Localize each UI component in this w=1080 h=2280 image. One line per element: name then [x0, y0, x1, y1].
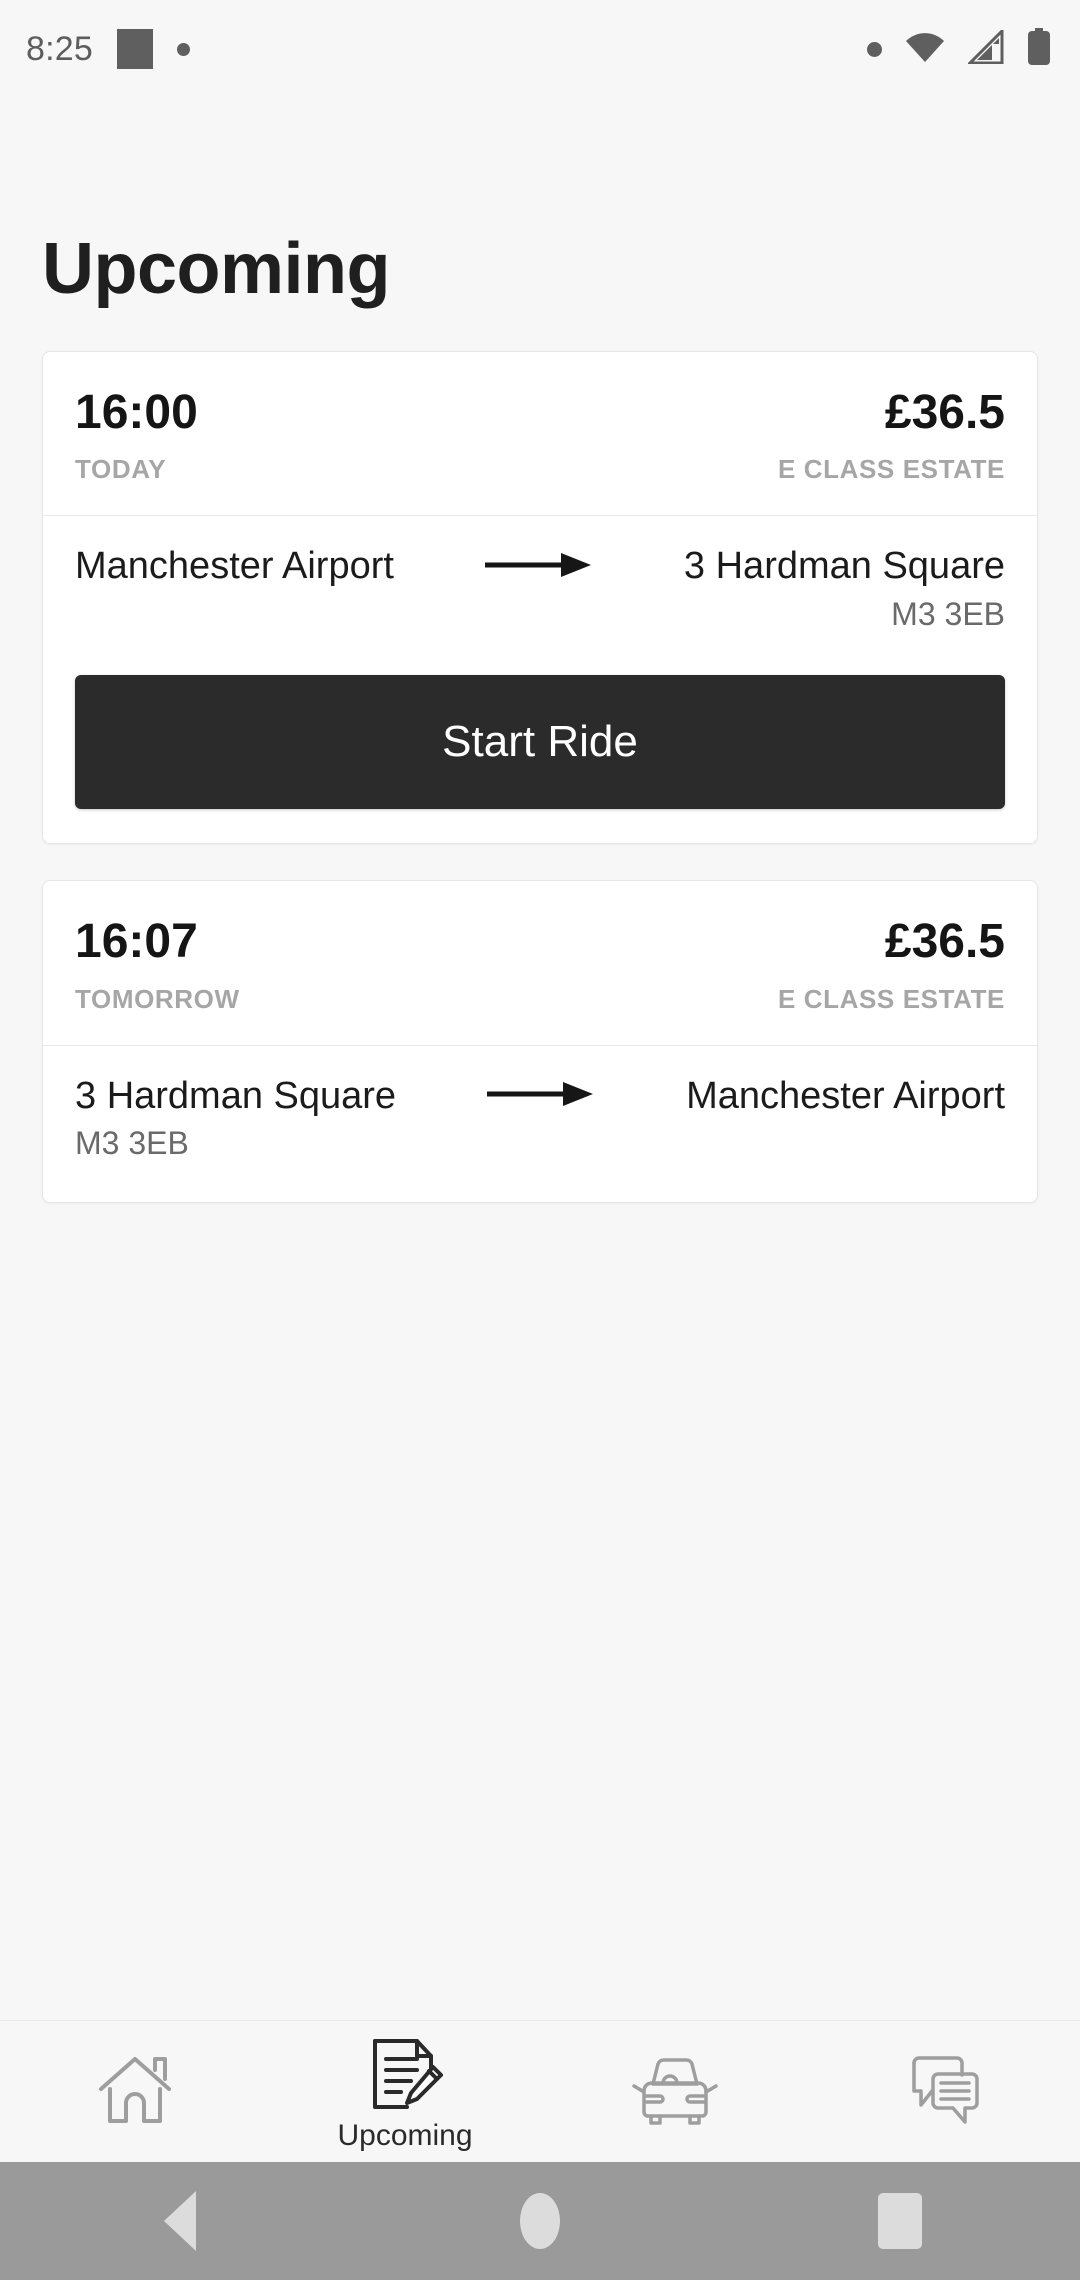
ride-origin: Manchester Airport — [75, 545, 394, 588]
back-triangle-icon — [164, 2191, 196, 2251]
ride-destination: Manchester Airport — [686, 1074, 1005, 1117]
ride-card[interactable]: 16:00 TODAY £36.5 E CLASS ESTATE Manches… — [42, 351, 1038, 845]
status-bar-left: 8:25 — [26, 29, 190, 69]
square-badge-icon — [116, 29, 153, 69]
status-bar: 8:25 — [0, 0, 1080, 98]
ride-time-block: 16:00 TODAY — [75, 386, 198, 485]
ride-origin-postcode-row: M3 3EB — [75, 1125, 1005, 1162]
ride-vehicle-class: E CLASS ESTATE — [777, 983, 1005, 1014]
ride-price-block: £36.5 E CLASS ESTATE — [777, 915, 1005, 1014]
ride-card[interactable]: 16:07 TOMORROW £36.5 E CLASS ESTATE 3 Ha… — [42, 880, 1038, 1204]
ride-origin: 3 Hardman Square — [75, 1074, 397, 1117]
home-icon — [97, 2048, 173, 2132]
ride-destination-postcode-row: M3 3EB — [75, 596, 1005, 633]
ride-card-body: 3 Hardman Square Manchester Airport M3 3… — [43, 1046, 1037, 1203]
nav-home-button[interactable] — [450, 2162, 630, 2280]
wifi-icon — [904, 31, 946, 68]
ride-time-block: 16:07 TOMORROW — [75, 915, 240, 1014]
status-bar-right — [867, 26, 1052, 71]
arrow-right-icon — [477, 550, 601, 585]
ride-vehicle-class: E CLASS ESTATE — [777, 454, 1005, 485]
ride-time: 16:07 — [75, 915, 198, 969]
status-bar-clock: 8:25 — [26, 29, 93, 68]
battery-icon — [1026, 27, 1052, 71]
ride-destination: 3 Hardman Square — [683, 545, 1005, 588]
ride-price-block: £36.5 E CLASS ESTATE — [777, 386, 1005, 485]
dot-icon — [867, 41, 882, 57]
ride-route: Manchester Airport 3 Hardman Square — [75, 546, 1005, 588]
document-pencil-icon — [367, 2033, 443, 2117]
nav-recents-button[interactable] — [810, 2162, 990, 2280]
ride-day: TODAY — [75, 454, 167, 485]
tab-messages[interactable] — [810, 2021, 1080, 2162]
ride-time: 16:00 — [75, 386, 198, 439]
chat-bubbles-icon — [905, 2048, 985, 2132]
ride-card-header: 16:07 TOMORROW £36.5 E CLASS ESTATE — [43, 881, 1037, 1046]
ride-card-header: 16:00 TODAY £36.5 E CLASS ESTATE — [43, 352, 1037, 517]
bottom-tab-bar: Upcoming — [0, 2020, 1080, 2162]
cellular-signal-icon — [966, 26, 1004, 69]
arrow-right-icon — [479, 1079, 603, 1114]
nav-back-button[interactable] — [90, 2162, 270, 2280]
ride-price: £36.5 — [884, 386, 1005, 439]
ride-card-body: Manchester Airport 3 Hardman Square M3 3… — [43, 516, 1037, 810]
dot-icon — [176, 42, 190, 56]
ride-day: TOMORROW — [75, 983, 240, 1014]
tab-home[interactable] — [0, 2021, 270, 2162]
ride-origin-postcode: M3 3EB — [75, 1125, 189, 1162]
page-title: Upcoming — [42, 229, 390, 309]
tab-upcoming[interactable]: Upcoming — [270, 2021, 540, 2162]
tab-upcoming-label: Upcoming — [337, 2118, 473, 2152]
ride-destination-postcode: M3 3EB — [891, 596, 1005, 633]
rides-list: 16:00 TODAY £36.5 E CLASS ESTATE Manches… — [0, 305, 1080, 2020]
home-circle-icon — [520, 2193, 560, 2249]
recents-square-icon — [878, 2193, 922, 2249]
tab-vehicle[interactable] — [540, 2021, 810, 2162]
phone-screen: 8:25 Upcoming 16:00 TODAY £36.5 E CLASS … — [0, 0, 1080, 2280]
start-ride-button[interactable]: Start Ride — [75, 675, 1005, 810]
card-bottom-spacer — [75, 1162, 1005, 1202]
ride-route: 3 Hardman Square Manchester Airport — [75, 1074, 1005, 1118]
system-navigation-bar — [0, 2162, 1080, 2280]
car-icon — [630, 2048, 720, 2132]
ride-price: £36.5 — [884, 915, 1005, 969]
